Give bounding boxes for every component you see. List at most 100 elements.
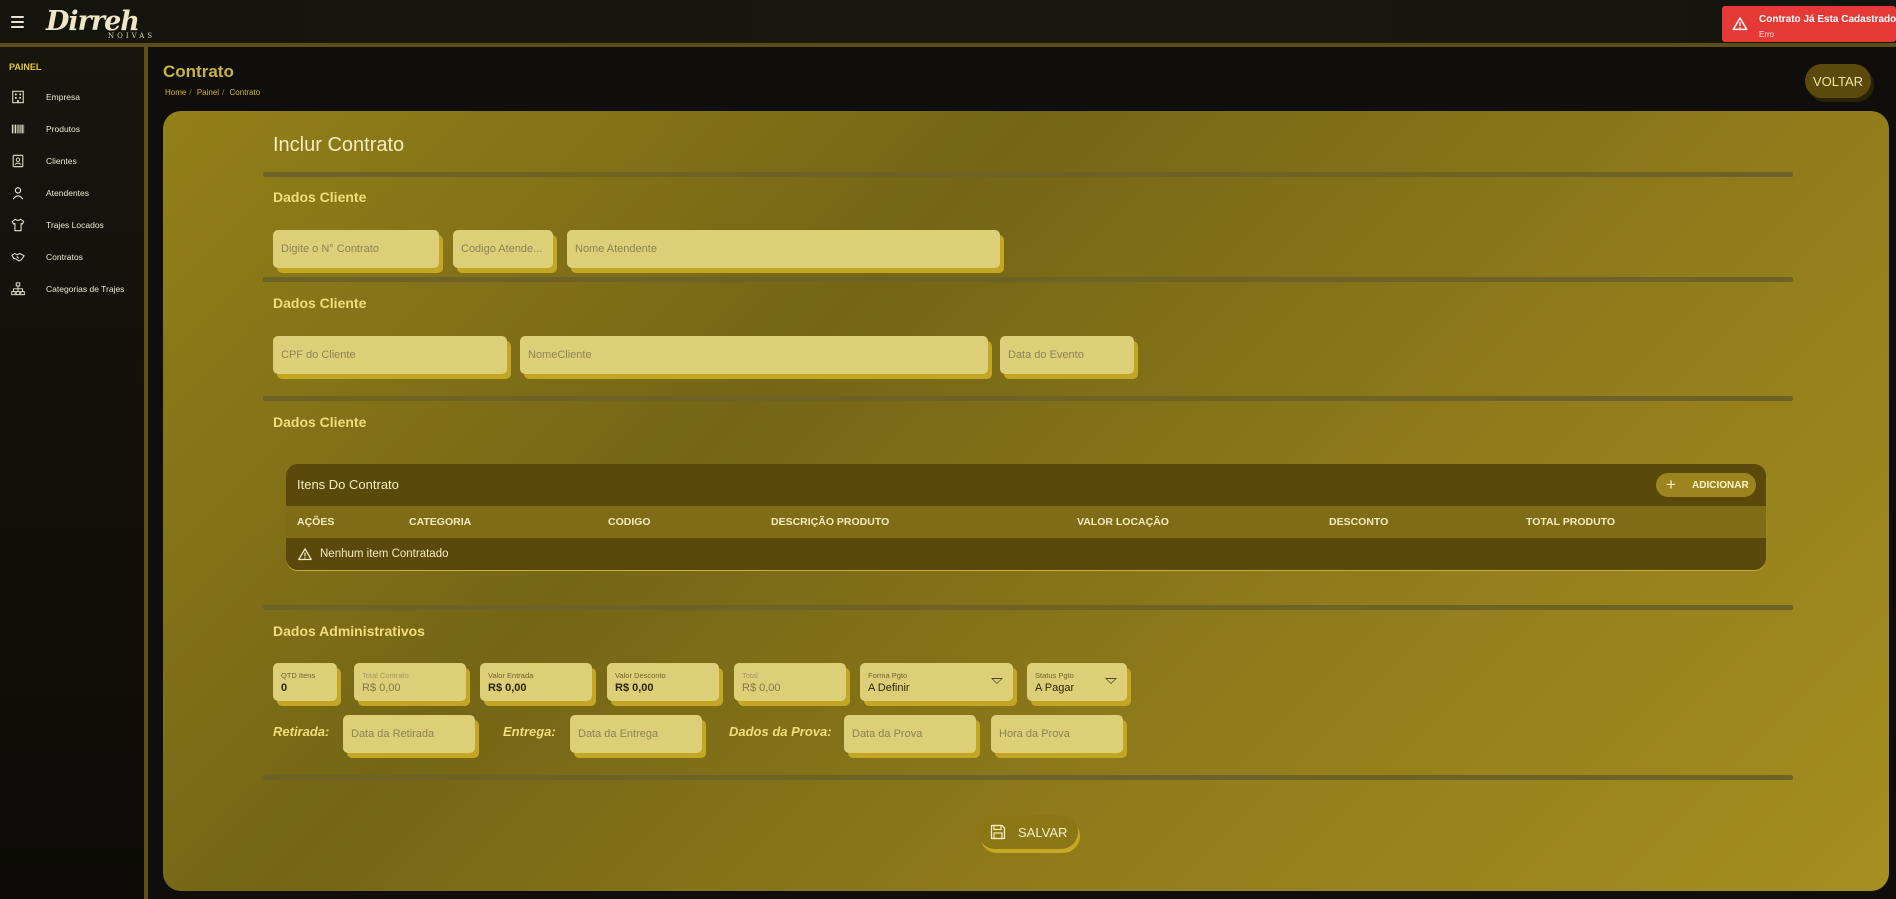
add-item-label: ADICIONAR	[1692, 480, 1749, 491]
sidebar-item-clientes[interactable]: Clientes	[0, 150, 144, 174]
sidebar-item-label: Empresa	[46, 92, 81, 102]
contract-number-input[interactable]: Digite o N° Contrato	[273, 230, 439, 268]
top-bar: Dirreh NOIVAS	[0, 0, 1896, 47]
field-label: Valor Entrada	[488, 670, 534, 680]
field-value: A Definir	[868, 681, 910, 694]
handshake-icon	[11, 252, 25, 262]
section-title-dados-cliente: Dados Cliente	[273, 189, 367, 205]
total-contract-field[interactable]: Total Contrato R$ 0,00	[354, 663, 466, 701]
field-label: Valor Desconto	[615, 670, 666, 680]
form-title: Inclur Contrato	[273, 134, 405, 156]
column-header-desconto: DESCONTO	[1329, 516, 1389, 528]
column-header-descricao-produto: DESCRIÇÃO PRODUTO	[771, 516, 890, 528]
field-label: Status Pgto	[1035, 670, 1074, 680]
items-header: Itens Do Contrato + ADICIONAR	[286, 464, 1766, 506]
section-divider	[263, 605, 1793, 610]
save-button[interactable]: SALVAR	[978, 815, 1078, 849]
client-name-input[interactable]: NomeCliente	[520, 336, 988, 374]
items-table-header: AÇÕES CATEGORIA CODIGO DESCRIÇÃO PRODUTO…	[286, 506, 1766, 538]
client-cpf-input[interactable]: CPF do Cliente	[273, 336, 507, 374]
breadcrumb-painel[interactable]: Painel	[197, 88, 219, 97]
breadcrumb-home[interactable]: Home	[165, 88, 186, 97]
toast-title: Contrato Já Esta Cadastrado	[1759, 14, 1896, 25]
payment-method-select[interactable]: Forma Pgto A Definir	[860, 663, 1013, 701]
sidebar-item-categorias-de-trajes[interactable]: Categorias de Trajes	[0, 278, 144, 302]
column-header-categoria: CATEGORIA	[409, 516, 472, 528]
sidebar-item-label: Contratos	[46, 252, 83, 262]
building-icon	[12, 90, 24, 104]
qtd-items-field[interactable]: QTD Itens 0	[273, 663, 337, 701]
sidebar-item-label: Atendentes	[46, 188, 90, 198]
person-icon	[12, 187, 24, 200]
sidebar-item-contratos[interactable]: Contratos	[0, 246, 144, 270]
section-title-dados-cliente: Dados Cliente	[273, 414, 367, 430]
sidebar: PAINEL Empresa Produtos Clientes Atenden…	[0, 47, 148, 899]
field-value: R$ 0,00	[488, 681, 527, 694]
page-title: Contrato	[163, 62, 234, 81]
entry-value-field[interactable]: Valor Entrada R$ 0,00	[480, 663, 592, 701]
brand-logo[interactable]: Dirreh NOIVAS	[46, 6, 156, 42]
attendant-code-input[interactable]: Codigo Atende...	[453, 230, 553, 268]
discount-value-field[interactable]: Valor Desconto R$ 0,00	[607, 663, 719, 701]
empty-message: Nenhum item Contratado	[320, 548, 449, 560]
dropdown-arrow-icon	[991, 678, 1003, 684]
breadcrumb: Home / Painel / Contrato	[165, 88, 263, 97]
sidebar-item-atendentes[interactable]: Atendentes	[0, 182, 144, 206]
contract-form-card: Inclur Contrato Dados Cliente Digite o N…	[163, 111, 1889, 891]
pickup-label: Retirada:	[273, 724, 330, 739]
items-title: Itens Do Contrato	[297, 477, 399, 492]
payment-status-select[interactable]: Status Pgto A Pagar	[1027, 663, 1127, 701]
pickup-date-input[interactable]: Data da Retirada	[343, 715, 475, 753]
floppy-disk-icon	[990, 824, 1006, 840]
sidebar-item-label: Produtos	[46, 124, 81, 134]
section-divider	[263, 396, 1793, 401]
warning-icon	[1732, 17, 1748, 31]
sidebar-item-empresa[interactable]: Empresa	[0, 86, 144, 110]
sidebar-item-trajes-locados[interactable]: Trajes Locados	[0, 214, 144, 238]
field-value: R$ 0,00	[742, 681, 781, 694]
sidebar-item-label: Trajes Locados	[46, 220, 104, 230]
sidebar-heading: PAINEL	[9, 62, 42, 72]
event-date-input[interactable]: Data do Evento	[1000, 336, 1134, 374]
id-card-icon	[12, 154, 24, 168]
column-header-valor-locacao: VALOR LOCAÇÃO	[1077, 516, 1169, 528]
field-value: A Pagar	[1035, 681, 1075, 694]
toast-subtitle: Erro	[1759, 30, 1775, 39]
section-divider	[263, 172, 1793, 177]
dropdown-arrow-icon	[1105, 678, 1117, 684]
field-value: 0	[281, 681, 288, 694]
plus-icon: +	[1666, 475, 1676, 494]
error-toast[interactable]: Contrato Já Esta Cadastrado Erro	[1722, 6, 1896, 42]
field-value: R$ 0,00	[362, 681, 401, 694]
delivery-date-input[interactable]: Data da Entrega	[570, 715, 702, 753]
total-field[interactable]: Total R$ 0,00	[734, 663, 846, 701]
add-item-button[interactable]: + ADICIONAR	[1656, 473, 1756, 497]
section-title-dados-administrativos: Dados Administrativos	[273, 623, 425, 639]
shirt-icon	[11, 218, 25, 232]
section-divider	[263, 775, 1793, 780]
attendant-name-input[interactable]: Nome Atendente	[567, 230, 1000, 268]
breadcrumb-separator: /	[222, 88, 225, 97]
items-empty-row: Nenhum item Contratado	[286, 538, 1766, 570]
column-header-total-produto: TOTAL PRODUTO	[1526, 516, 1616, 528]
hamburger-menu-icon[interactable]	[11, 16, 24, 28]
column-header-codigo: CODIGO	[608, 516, 651, 528]
hierarchy-icon	[11, 282, 25, 296]
field-label: Total	[742, 670, 758, 680]
sidebar-item-produtos[interactable]: Produtos	[0, 118, 144, 142]
sidebar-item-label: Categorias de Trajes	[46, 284, 125, 294]
sidebar-item-label: Clientes	[46, 156, 77, 166]
fitting-label: Dados da Prova:	[729, 724, 832, 739]
fitting-date-input[interactable]: Data da Prova	[844, 715, 976, 753]
field-label: QTD Itens	[281, 670, 316, 680]
field-label: Total Contrato	[362, 670, 409, 680]
barcode-icon	[11, 124, 25, 134]
breadcrumb-separator: /	[189, 88, 192, 97]
section-title-dados-cliente: Dados Cliente	[273, 295, 367, 311]
delivery-label: Entrega:	[503, 724, 556, 739]
back-button[interactable]: VOLTAR	[1805, 64, 1871, 98]
field-value: R$ 0,00	[615, 681, 654, 694]
fitting-time-input[interactable]: Hora da Prova	[991, 715, 1123, 753]
breadcrumb-current: Contrato	[229, 88, 261, 97]
contract-items-panel: Itens Do Contrato + ADICIONAR AÇÕES CATE…	[286, 464, 1766, 570]
